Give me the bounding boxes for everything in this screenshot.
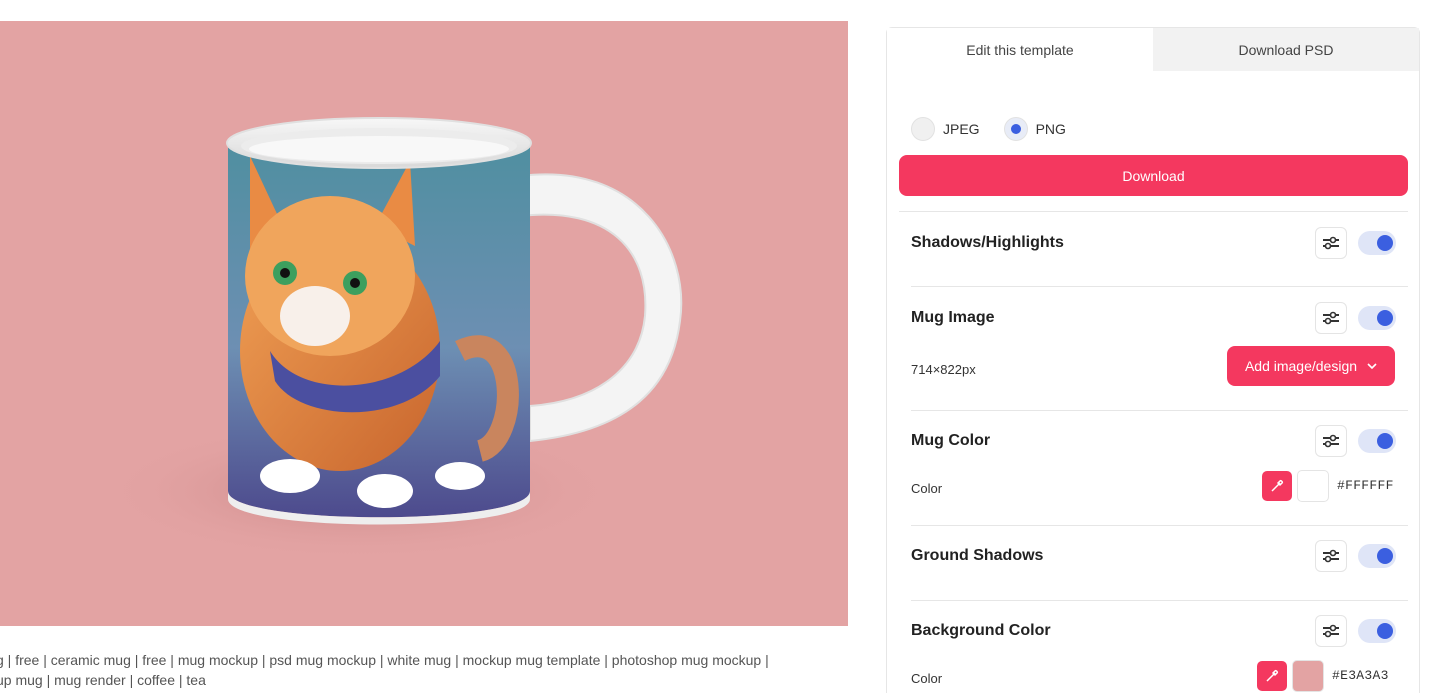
ground-shadows-settings-button[interactable] bbox=[1315, 540, 1347, 572]
mug-color-picker-button[interactable] bbox=[1262, 471, 1292, 501]
mug-color-label: Color bbox=[911, 481, 943, 496]
background-color-hex: #E3A3A3 bbox=[1332, 668, 1389, 683]
add-image-label: Add image/design bbox=[1244, 358, 1358, 374]
png-radio[interactable] bbox=[1003, 117, 1028, 141]
png-label: PNG bbox=[1035, 121, 1066, 137]
mug-color-hex: #FFFFFF bbox=[1337, 478, 1394, 493]
shadows-highlights-title: Shadows/Highlights bbox=[911, 234, 1064, 251]
ground-shadows-toggle[interactable] bbox=[1358, 544, 1396, 568]
tag-line-2[interactable]: up mug | mug render | coffee | tea bbox=[0, 670, 856, 690]
sliders-icon bbox=[1323, 434, 1339, 448]
sliders-icon bbox=[1323, 624, 1339, 638]
ground-shadows-title: Ground Shadows bbox=[911, 547, 1044, 564]
mug-color-settings-button[interactable] bbox=[1315, 425, 1347, 457]
eyedropper-icon bbox=[1266, 670, 1278, 682]
tag-line-1[interactable]: g | free | ceramic mug | free | mug mock… bbox=[0, 650, 856, 670]
sliders-icon bbox=[1323, 311, 1339, 325]
editor-panel: Edit this template Download PSD JPEG PNG… bbox=[886, 27, 1420, 693]
shadows-toggle[interactable] bbox=[1358, 231, 1396, 255]
tab-edit-template[interactable]: Edit this template bbox=[887, 28, 1153, 71]
background-color-label: Color bbox=[911, 671, 943, 686]
divider bbox=[899, 211, 1408, 212]
sliders-icon bbox=[1323, 236, 1339, 250]
tag-list: g | free | ceramic mug | free | mug mock… bbox=[0, 650, 856, 690]
add-image-button[interactable]: Add image/design bbox=[1227, 346, 1395, 386]
eyedropper-icon bbox=[1271, 480, 1283, 492]
panel-tabs: Edit this template Download PSD bbox=[887, 28, 1419, 71]
divider bbox=[911, 286, 1408, 287]
divider bbox=[911, 525, 1408, 526]
mug-image-title: Mug Image bbox=[911, 309, 995, 326]
sliders-icon bbox=[1323, 549, 1339, 563]
shadows-settings-button[interactable] bbox=[1315, 227, 1347, 259]
mug-color-swatch[interactable] bbox=[1297, 470, 1329, 502]
background-color-title: Background Color bbox=[911, 622, 1051, 639]
mug-image-size: 714×822px bbox=[911, 362, 976, 377]
jpeg-radio[interactable] bbox=[911, 117, 935, 141]
mug-image-toggle[interactable] bbox=[1358, 306, 1396, 330]
background-color-picker-button[interactable] bbox=[1257, 661, 1287, 691]
mug-color-title: Mug Color bbox=[911, 432, 991, 449]
mockup-preview bbox=[0, 21, 848, 626]
background-color-settings-button[interactable] bbox=[1315, 615, 1347, 647]
download-button[interactable]: Download bbox=[899, 155, 1408, 196]
mug-image-settings-button[interactable] bbox=[1315, 302, 1347, 334]
chevron-down-icon bbox=[1367, 363, 1377, 369]
divider bbox=[911, 600, 1408, 601]
format-selector: JPEG PNG bbox=[911, 117, 1090, 141]
background-color-toggle[interactable] bbox=[1358, 619, 1396, 643]
divider bbox=[911, 410, 1408, 411]
tab-download-psd[interactable]: Download PSD bbox=[1153, 28, 1419, 71]
jpeg-label: JPEG bbox=[943, 121, 980, 137]
mug-mockup-image bbox=[100, 117, 683, 561]
background-color-swatch[interactable] bbox=[1292, 660, 1324, 692]
mug-color-toggle[interactable] bbox=[1358, 429, 1396, 453]
mockup-editor-page: g | free | ceramic mug | free | mug mock… bbox=[0, 0, 1429, 693]
